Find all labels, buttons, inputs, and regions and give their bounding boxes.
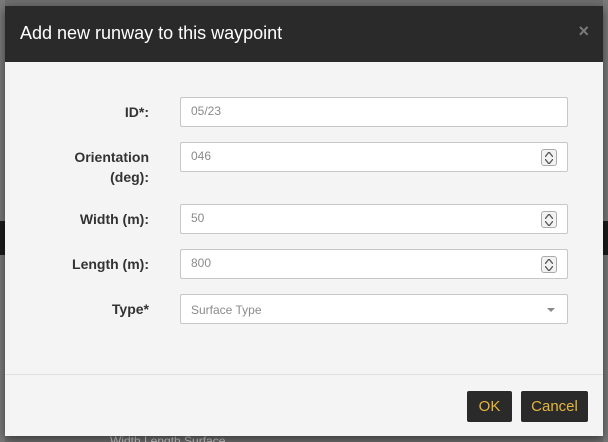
add-runway-dialog: Add new runway to this waypoint × ID*: 0… <box>5 6 603 436</box>
dialog-title: Add new runway to this waypoint <box>20 23 283 43</box>
background-band-right <box>603 221 608 255</box>
ok-button[interactable]: OK <box>467 391 512 422</box>
dialog-footer: OK Cancel <box>5 374 603 436</box>
background-partial-text: Width Length Surface <box>110 435 226 442</box>
orientation-spinner-icon[interactable] <box>541 149 557 166</box>
width-input[interactable]: 50 <box>180 204 568 234</box>
dialog-header: Add new runway to this waypoint × <box>5 6 603 62</box>
length-label: Length (m): <box>72 256 149 272</box>
orientation-value: 046 <box>191 149 212 163</box>
width-label: Width (m): <box>79 211 149 227</box>
cancel-button[interactable]: Cancel <box>521 391 588 422</box>
type-label: Type* <box>111 301 149 317</box>
close-icon[interactable]: × <box>578 22 589 40</box>
length-spinner-icon[interactable] <box>541 256 557 273</box>
type-placeholder: Surface Type <box>191 303 262 317</box>
width-value: 50 <box>191 211 205 225</box>
length-value: 800 <box>191 256 212 270</box>
width-spinner-icon[interactable] <box>541 211 557 228</box>
orientation-label-line1: Orientation <box>74 149 149 165</box>
id-value: 05/23 <box>191 104 222 118</box>
orientation-input[interactable]: 046 <box>180 142 568 172</box>
id-label: ID*: <box>124 104 149 120</box>
type-select[interactable]: Surface Type <box>180 294 568 324</box>
length-input[interactable]: 800 <box>180 249 568 279</box>
id-input[interactable]: 05/23 <box>180 97 568 127</box>
orientation-label-line2: (deg): <box>110 169 149 185</box>
chevron-down-icon[interactable] <box>547 308 555 312</box>
orientation-label: Orientation (deg): <box>9 147 149 187</box>
